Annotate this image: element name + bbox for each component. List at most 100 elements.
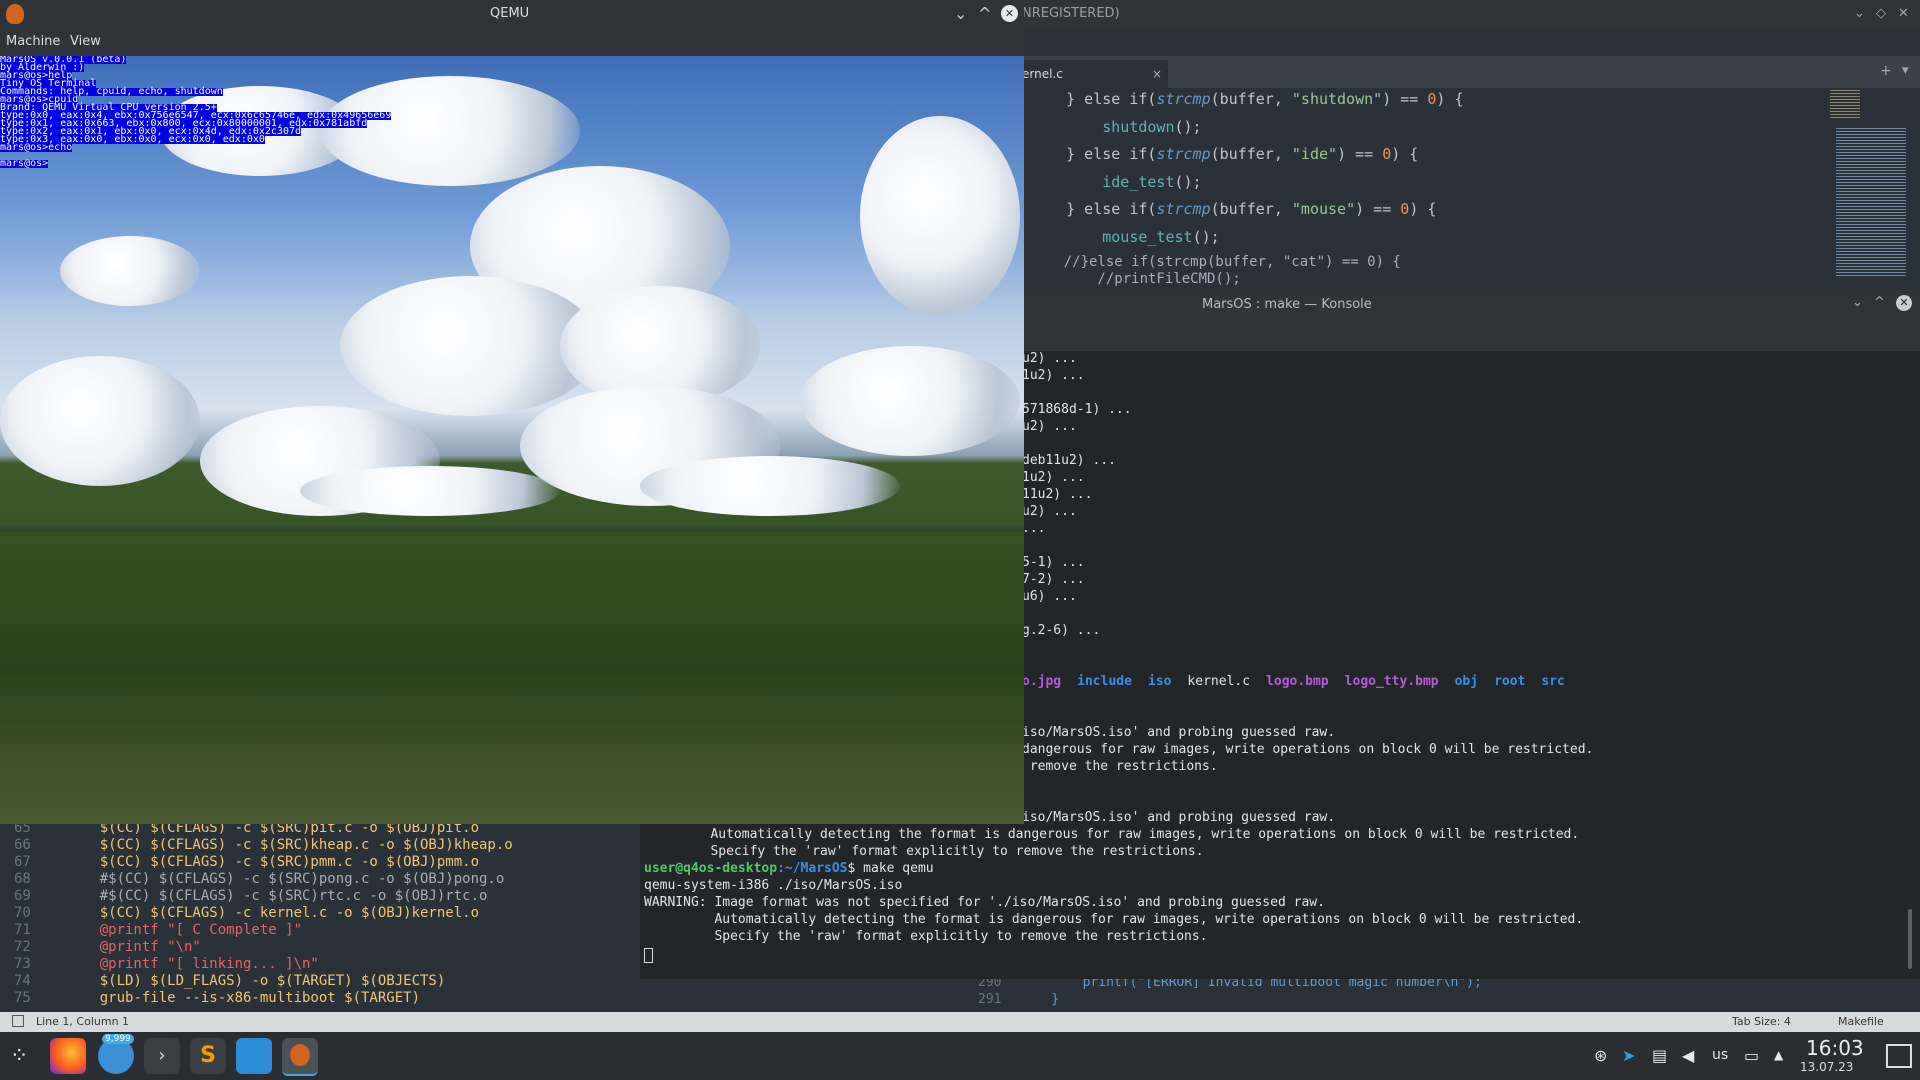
terminal-line: u2) ... bbox=[1022, 351, 1077, 366]
network-icon[interactable]: ▭ bbox=[1744, 1046, 1759, 1065]
warning-line: remove the restrictions. bbox=[1022, 759, 1218, 774]
mail-icon[interactable]: 9,999 bbox=[98, 1034, 134, 1074]
code-editor-makefile[interactable]: 65 $(CC) $(CFLAGS) -c $(SRC)pit.c -o $(O… bbox=[0, 820, 640, 1010]
line-number: 75 bbox=[14, 990, 31, 1006]
makefile-line: @printf "\n" bbox=[66, 939, 201, 955]
syntax-mode[interactable]: Makefile bbox=[1838, 1015, 1884, 1028]
prompt-path: :~/MarsOS bbox=[777, 861, 848, 876]
maximize-icon[interactable]: ◇ bbox=[1876, 6, 1886, 21]
ls-entry: logo.bmp bbox=[1266, 674, 1329, 689]
close-icon[interactable]: ✕ bbox=[1898, 6, 1909, 21]
clipboard-icon[interactable]: ▤ bbox=[1652, 1046, 1667, 1065]
tray-expand-icon[interactable]: ▲ bbox=[1774, 1048, 1783, 1062]
line-number: 72 bbox=[14, 939, 31, 955]
qemu-icon[interactable] bbox=[282, 1038, 318, 1076]
vga-line: mars@os> bbox=[0, 158, 49, 169]
terminal-output-line: qemu-system-i386 ./iso/MarsOS.iso bbox=[644, 878, 903, 893]
maximize-icon[interactable]: ^ bbox=[978, 4, 991, 23]
terminal-line: 7-2) ... bbox=[1022, 572, 1085, 587]
close-icon[interactable]: ✕ bbox=[1896, 295, 1912, 311]
code-token: (buffer, bbox=[1210, 90, 1292, 108]
menu-view[interactable]: View bbox=[70, 34, 101, 49]
terminal-line: 5-1) ... bbox=[1022, 555, 1085, 570]
makefile-line: $(CC) $(CFLAGS) -c kernel.c -o $(OBJ)ker… bbox=[66, 905, 480, 921]
line-number: 69 bbox=[14, 888, 31, 904]
tab-kernel-c[interactable]: ernel.c × bbox=[1018, 60, 1168, 88]
line-number: 73 bbox=[14, 956, 31, 972]
line-number: 66 bbox=[14, 837, 31, 853]
prompt-command: $ make qemu bbox=[847, 861, 934, 876]
updates-icon[interactable]: ⊛ bbox=[1594, 1046, 1607, 1065]
qemu-titlebar: QEMU ⌄ ^ ✕ bbox=[0, 0, 1024, 28]
code-editor-kernel[interactable]: } else if(strcmp(buffer, "shutdown") == … bbox=[1030, 90, 1820, 355]
file-manager-icon[interactable] bbox=[236, 1038, 272, 1074]
code-token: ) == bbox=[1355, 200, 1401, 218]
code-editor-kernel-bottom[interactable]: 290 printf("[ERROR] Invalid multiboot ma… bbox=[960, 975, 1920, 1011]
makefile-line: @printf "[ C Complete ]" bbox=[66, 922, 303, 938]
minimize-icon[interactable]: ⌄ bbox=[1852, 295, 1863, 310]
makefile-line: #$(CC) $(CFLAGS) -c $(SRC)rtc.c -o $(OBJ… bbox=[66, 888, 488, 904]
code-token: strcmp bbox=[1156, 200, 1211, 218]
shell-prompt: user@q4os-desktop:~/MarsOS$ make qemu bbox=[644, 861, 934, 876]
guest-os-console[interactable]: MarsOS v.0.0.1 (beta) by Alderwin :) mars@… bbox=[0, 56, 1024, 186]
ls-entry: src bbox=[1541, 674, 1565, 689]
code-token: "ide" bbox=[1291, 145, 1338, 163]
tab-size[interactable]: Tab Size: 4 bbox=[1732, 1015, 1791, 1028]
telegram-icon[interactable]: ➤ bbox=[1622, 1046, 1635, 1065]
menu-machine[interactable]: Machine bbox=[6, 34, 60, 49]
tab-close-icon[interactable]: × bbox=[1152, 67, 1162, 81]
terminal-output-line: Automatically detecting the format is da… bbox=[644, 912, 1584, 927]
notification-badge: 9,999 bbox=[102, 1034, 134, 1044]
code-token: (buffer, bbox=[1210, 145, 1292, 163]
code-line: mouse_test(); bbox=[1030, 228, 1219, 246]
ls-entry: logo_tty.bmp bbox=[1344, 674, 1439, 689]
minimap[interactable] bbox=[1826, 88, 1920, 288]
keyboard-layout[interactable]: us bbox=[1712, 1047, 1728, 1063]
code-line: shutdown(); bbox=[1030, 117, 1202, 136]
qemu-menubar: Machine View bbox=[0, 28, 1024, 56]
code-line: ide_test(); bbox=[1030, 172, 1201, 191]
terminal-scrollbar[interactable] bbox=[1908, 909, 1912, 969]
code-token: 0 bbox=[1382, 145, 1392, 163]
panel-toggle-icon[interactable] bbox=[12, 1015, 24, 1027]
terminal-cursor bbox=[644, 948, 653, 963]
ls-output: o.jpg include iso kernel.c logo.bmp logo_tty.… bbox=[1022, 674, 1581, 689]
clock-time[interactable]: 16:03 bbox=[1806, 1036, 1864, 1060]
tab-menu-icon[interactable]: ▾ bbox=[1902, 63, 1909, 78]
close-icon[interactable]: ✕ bbox=[1001, 5, 1018, 22]
terminal-line: g.2-6) ... bbox=[1022, 623, 1101, 638]
app-launcher-icon[interactable]: ⁘ bbox=[10, 1044, 28, 1069]
qemu-display[interactable]: MarsOS v.0.0.1 (beta) by Alderwin :) mars@… bbox=[0, 56, 1024, 824]
tree-line bbox=[0, 526, 1024, 532]
maximize-icon[interactable]: ^ bbox=[1874, 295, 1885, 310]
volume-icon[interactable]: ◀ bbox=[1682, 1046, 1694, 1065]
clock-date[interactable]: 13.07.23 bbox=[1800, 1060, 1853, 1074]
terminal-line: ... bbox=[1022, 521, 1046, 536]
makefile-line: $(LD) $(LD_FLAGS) -o $(TARGET) $(OBJECTS… bbox=[66, 973, 446, 989]
warning-line: iso/MarsOS.iso' and probing guessed raw. bbox=[1022, 725, 1336, 740]
sublime-text-icon[interactable]: S bbox=[190, 1038, 226, 1074]
qemu-window[interactable]: QEMU ⌄ ^ ✕ Machine View MarsOS v.0.0.1 (… bbox=[0, 0, 1024, 824]
code-token: } else if( bbox=[1030, 145, 1157, 163]
code-token: ) { bbox=[1391, 145, 1419, 163]
minimize-icon[interactable]: ⌄ bbox=[954, 4, 967, 23]
code-token: shutdown bbox=[1102, 117, 1175, 136]
code-token: (buffer, bbox=[1210, 200, 1292, 218]
show-desktop-icon[interactable] bbox=[1886, 1044, 1912, 1068]
firefox-icon[interactable] bbox=[50, 1038, 86, 1074]
code-token: ide_test bbox=[1102, 172, 1175, 191]
tab-label: ernel.c bbox=[1022, 67, 1063, 81]
line-number: 291 bbox=[978, 992, 1002, 1007]
warning-line: iso/MarsOS.iso' and probing guessed raw. bbox=[1022, 810, 1336, 825]
code-token: (); bbox=[1174, 117, 1202, 136]
new-tab-icon[interactable]: + bbox=[1880, 63, 1892, 79]
qemu-title: QEMU bbox=[490, 6, 530, 21]
code-token: 0 bbox=[1400, 200, 1410, 218]
code-line: } bbox=[1020, 992, 1060, 1007]
minimize-icon[interactable]: ⌄ bbox=[1854, 6, 1865, 21]
terminal-icon[interactable]: › bbox=[144, 1038, 180, 1074]
code-token: } else if( bbox=[1030, 200, 1157, 218]
code-token: strcmp bbox=[1156, 145, 1211, 163]
